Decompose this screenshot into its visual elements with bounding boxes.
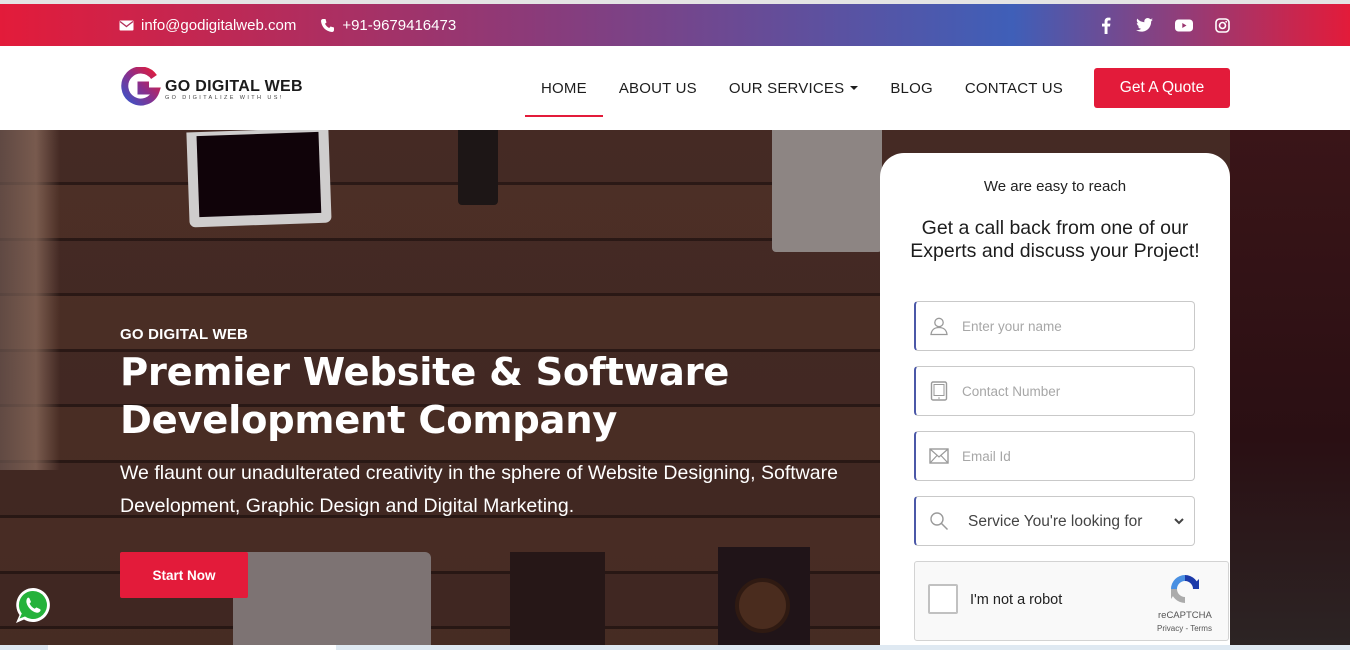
hero-bg-right-edge (1230, 130, 1350, 645)
form-headline: Get a call back from one of our Experts … (910, 217, 1200, 262)
hero-title-line-1: Premier Website & Software (120, 350, 730, 395)
envelope-icon (916, 448, 962, 464)
hero-bg-coffee-cup (735, 578, 790, 633)
nav-our-services-label: OUR SERVICES (728, 79, 845, 97)
main-nav: HOME ABOUT US OUR SERVICES BLOG CONTACT … (525, 46, 1079, 130)
contact-info: info@godigitalweb.com +91-9679416473 (119, 4, 456, 46)
whatsapp-chat-button[interactable] (13, 586, 53, 626)
callback-form-card: We are easy to reach Get a call back fro… (880, 153, 1230, 650)
logo-name: GO DIGITAL WEB (165, 77, 303, 95)
hero-description: We flaunt our unadulterated creativity i… (120, 462, 838, 517)
get-a-quote-button[interactable]: Get A Quote (1094, 68, 1230, 108)
hero-bg-laptop-bottom (233, 552, 431, 645)
site-logo[interactable]: GO DIGITAL WEB GO DIGITALIZE WITH US! (121, 66, 303, 112)
start-now-button[interactable]: Start Now (120, 552, 248, 598)
contact-number-input[interactable] (962, 371, 1187, 411)
social-links (1096, 4, 1232, 46)
email-text: info@godigitalweb.com (141, 16, 297, 34)
nav-contact-us[interactable]: CONTACT US (949, 46, 1079, 130)
hero-bg-phone (458, 130, 498, 205)
whatsapp-icon (13, 588, 53, 630)
phone-icon (320, 18, 335, 33)
recaptcha-widget: I'm not a robot reCAPTCHA Privacy - Term… (914, 561, 1229, 641)
site-header: GO DIGITAL WEB GO DIGITALIZE WITH US! HO… (0, 46, 1350, 130)
nav-home-label: HOME (541, 79, 587, 97)
tablet-icon (916, 381, 962, 401)
recaptcha-brand: reCAPTCHA (1158, 610, 1212, 621)
hero-kicker: GO DIGITAL WEB (120, 326, 249, 343)
hero-bg-laptop (772, 130, 882, 252)
nav-blog[interactable]: BLOG (874, 46, 948, 130)
email-input[interactable] (962, 436, 1187, 476)
top-contact-bar: info@godigitalweb.com +91-9679416473 (0, 4, 1350, 46)
hero-bg-tablet (186, 130, 332, 228)
email-field (914, 431, 1195, 481)
service-field: Service You're looking for (914, 496, 1195, 546)
instagram-icon[interactable] (1213, 16, 1232, 35)
logo-g-icon (121, 66, 161, 112)
nav-contact-us-label: CONTACT US (964, 79, 1063, 97)
facebook-icon[interactable] (1096, 16, 1115, 35)
nav-our-services[interactable]: OUR SERVICES (713, 46, 875, 130)
recaptcha-checkbox[interactable] (928, 584, 958, 614)
hero-bg-handshake (0, 130, 60, 470)
phone-link[interactable]: +91-9679416473 (320, 17, 456, 34)
taskbar-strip (0, 645, 1350, 650)
name-field (914, 301, 1195, 351)
name-input[interactable] (962, 306, 1187, 346)
nav-about-us-label: ABOUT US (618, 79, 697, 97)
logo-tagline: GO DIGITALIZE WITH US! (165, 94, 284, 101)
nav-blog-label: BLOG (890, 79, 933, 97)
hero-title-line-2: Development Company (120, 398, 618, 443)
youtube-icon[interactable] (1174, 16, 1193, 35)
recaptcha-label: I'm not a robot (970, 592, 1063, 608)
recaptcha-logo-icon (1168, 572, 1202, 606)
envelope-icon (119, 20, 134, 31)
hero-bg-notebook (510, 552, 605, 645)
contact-number-field (914, 366, 1195, 416)
nav-home[interactable]: HOME (525, 46, 603, 130)
service-select[interactable]: Service You're looking for (962, 501, 1187, 541)
caret-down-icon (850, 86, 859, 90)
taskbar-window-thumb (48, 645, 336, 650)
email-link[interactable]: info@godigitalweb.com (119, 17, 296, 34)
hero-title: Premier Website & Software Development C… (120, 349, 880, 445)
phone-text: +91-9679416473 (342, 16, 457, 34)
search-icon (916, 511, 962, 531)
form-subtitle: We are easy to reach (983, 178, 1127, 195)
twitter-icon[interactable] (1135, 16, 1154, 35)
recaptcha-privacy-terms-link[interactable]: Privacy - Terms (1157, 624, 1212, 633)
nav-about-us[interactable]: ABOUT US (603, 46, 713, 130)
hero-text: GO DIGITAL WEB Premier Website & Softwar… (120, 326, 880, 523)
user-icon (916, 316, 962, 336)
